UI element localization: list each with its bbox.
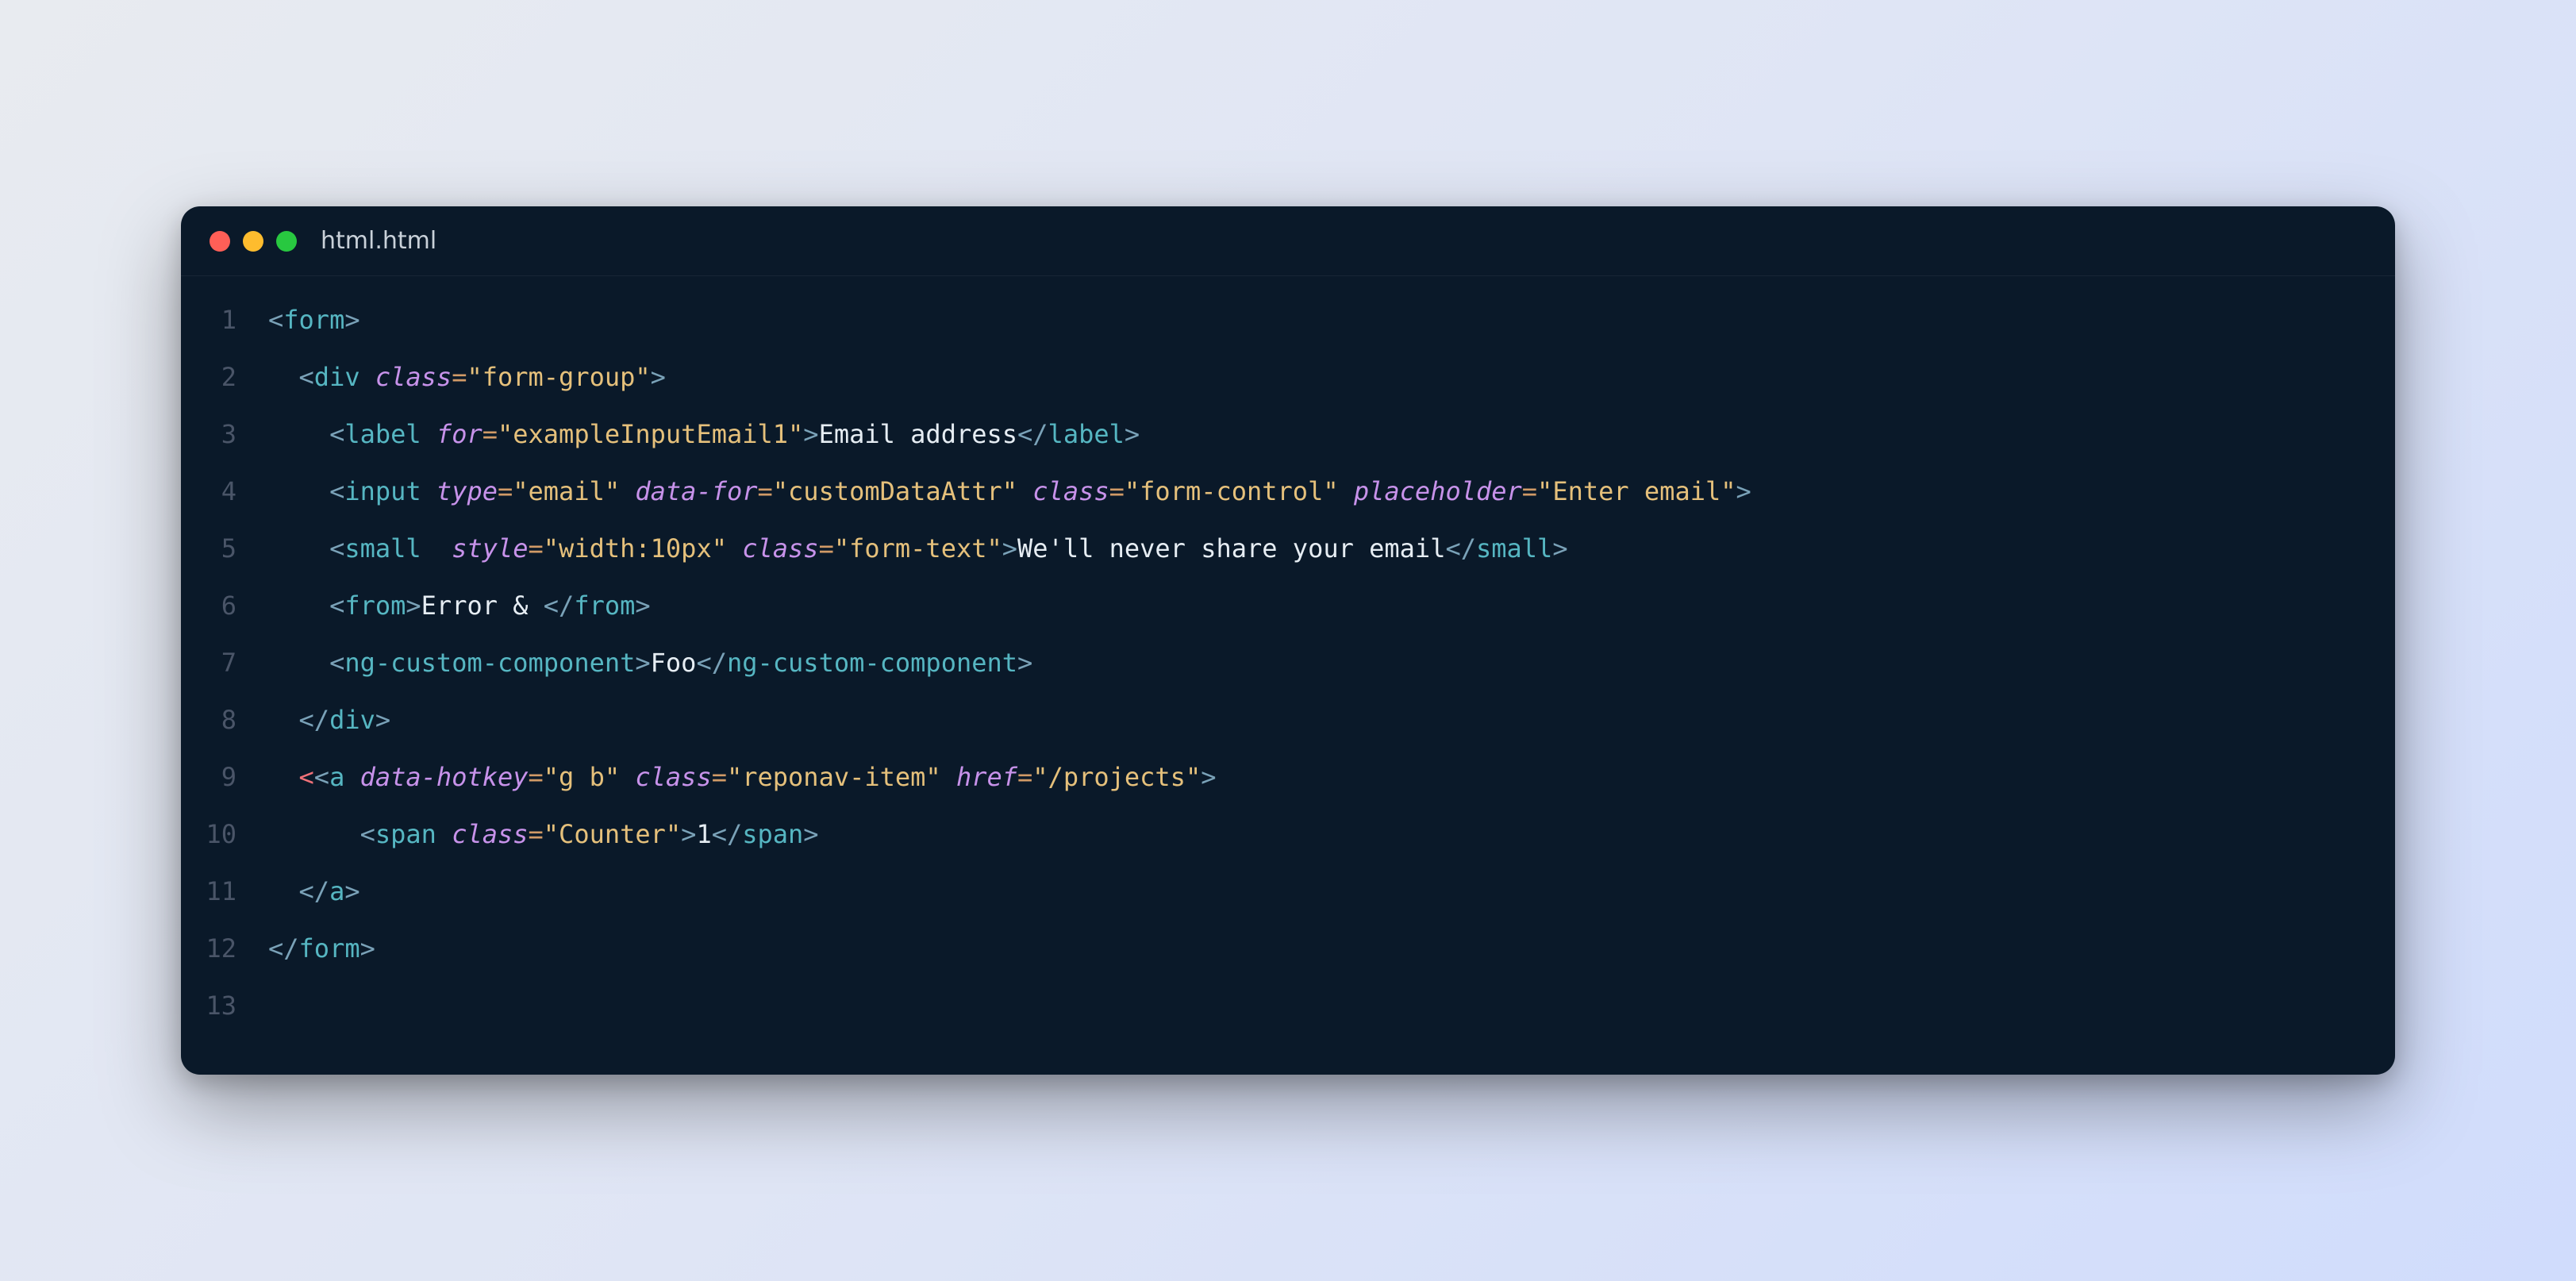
line-number: 2 bbox=[181, 357, 268, 398]
code-line: 10 <span class="Counter">1</span> bbox=[181, 806, 2395, 864]
code-line: 2 <div class="form-group"> bbox=[181, 349, 2395, 406]
filename: html.html bbox=[321, 227, 436, 255]
maximize-icon[interactable] bbox=[276, 231, 297, 252]
code-line: 7 <ng-custom-component>Foo</ng-custom-co… bbox=[181, 635, 2395, 692]
code-editor[interactable]: 1 <form> 2 <div class="form-group"> 3 <l… bbox=[181, 276, 2395, 1075]
code-line: 1 <form> bbox=[181, 292, 2395, 349]
line-number: 7 bbox=[181, 643, 268, 683]
line-number: 12 bbox=[181, 929, 268, 969]
code-line: 11 </a> bbox=[181, 864, 2395, 921]
line-number: 13 bbox=[181, 986, 268, 1026]
close-icon[interactable] bbox=[210, 231, 230, 252]
line-number: 5 bbox=[181, 529, 268, 569]
code-line: 5 <small style="width:10px" class="form-… bbox=[181, 521, 2395, 578]
code-line: 9 <<a data-hotkey="g b" class="reponav-i… bbox=[181, 749, 2395, 806]
code-line: 3 <label for="exampleInputEmail1">Email … bbox=[181, 406, 2395, 464]
code-line: 13 bbox=[181, 978, 2395, 1035]
line-number: 8 bbox=[181, 700, 268, 741]
traffic-lights bbox=[210, 231, 297, 252]
line-number: 1 bbox=[181, 300, 268, 340]
line-number: 6 bbox=[181, 586, 268, 626]
line-number: 10 bbox=[181, 814, 268, 855]
code-line: 4 <input type="email" data-for="customDa… bbox=[181, 464, 2395, 521]
line-number: 9 bbox=[181, 757, 268, 798]
line-number: 4 bbox=[181, 471, 268, 512]
line-number: 3 bbox=[181, 414, 268, 455]
line-number: 11 bbox=[181, 871, 268, 912]
code-line: 6 <from>Error & </from> bbox=[181, 578, 2395, 635]
editor-window: html.html 1 <form> 2 <div class="form-gr… bbox=[181, 206, 2395, 1075]
code-line: 8 </div> bbox=[181, 692, 2395, 749]
titlebar: html.html bbox=[181, 206, 2395, 276]
minimize-icon[interactable] bbox=[243, 231, 263, 252]
code-line: 12 </form> bbox=[181, 921, 2395, 978]
